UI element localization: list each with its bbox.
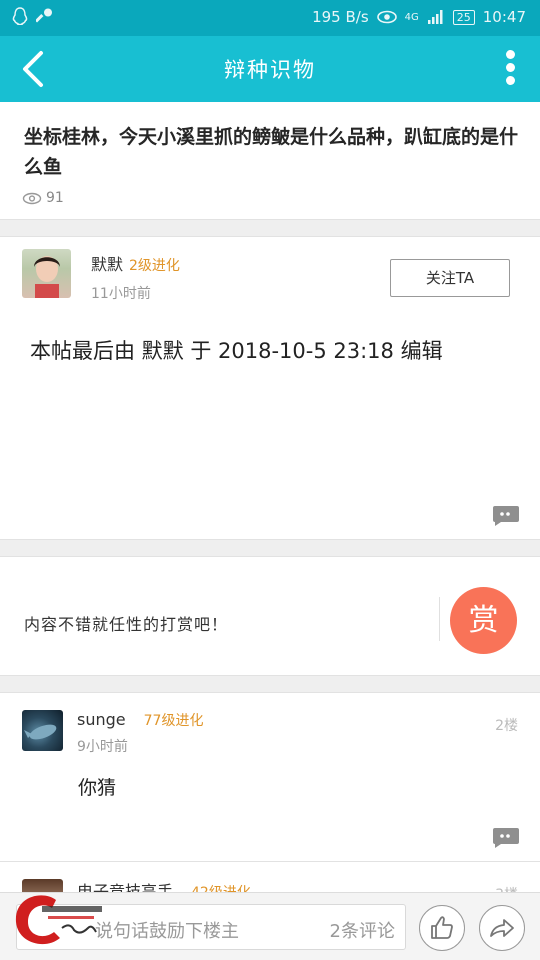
dot-icon — [505, 50, 515, 59]
view-count: 91 — [22, 190, 64, 206]
more-menu-button[interactable] — [502, 50, 518, 90]
question-title: 坐标桂林，今天小溪里抓的鳑鲏是什么品种，趴缸底的是什么鱼 — [24, 126, 519, 178]
post-time: 11小时前 — [91, 286, 151, 302]
floor-number: 2楼 — [495, 718, 518, 734]
post-author-level: 2级进化 — [129, 258, 180, 274]
avatar[interactable] — [22, 249, 71, 298]
dot-icon — [505, 76, 515, 85]
reply-time: 9小时前 — [77, 739, 128, 755]
comment-icon[interactable] — [492, 827, 520, 849]
thumb-up-icon — [430, 915, 453, 939]
reply-author-name: sunge — [77, 710, 126, 729]
share-button[interactable] — [479, 905, 525, 951]
watermark-logo-image — [15, 895, 102, 945]
status-bar: 195 B/s 4G 25 10:47 — [0, 0, 540, 36]
network-speed: 195 B/s — [312, 8, 369, 26]
battery-indicator: 25 — [452, 9, 475, 25]
reward-section: 内容不错就任性的打赏吧！ 赏 — [0, 556, 540, 676]
divider — [439, 597, 440, 641]
comment-count[interactable]: 2条评论 — [330, 917, 395, 943]
reward-prompt: 内容不错就任性的打赏吧！ — [24, 615, 229, 634]
reply-body: 你猜 — [78, 777, 117, 799]
post-author[interactable]: 默默 2级进化 — [91, 251, 180, 275]
page-title: 辩种识物 — [224, 58, 316, 82]
comment-icon[interactable] — [492, 505, 520, 527]
status-left — [12, 7, 54, 25]
clock: 10:47 — [482, 8, 526, 26]
avatar[interactable] — [22, 710, 63, 751]
signal-icon — [427, 10, 443, 24]
wrench-icon — [36, 8, 52, 23]
like-button[interactable] — [419, 905, 465, 951]
avatar-image — [34, 256, 60, 298]
app-bar: 辩种识物 — [0, 36, 540, 102]
avatar-image — [24, 724, 57, 740]
eye-icon — [22, 192, 42, 204]
eye-icon — [376, 10, 397, 24]
follow-button[interactable]: 关注TA — [390, 259, 510, 297]
reward-button[interactable]: 赏 — [450, 587, 517, 654]
share-icon — [489, 918, 514, 937]
network-type: 4G — [404, 11, 419, 23]
dot-icon — [505, 63, 515, 72]
reply-item: sunge 77级进化 9小时前 2楼 你猜 — [0, 692, 540, 862]
watermark-logo — [8, 892, 118, 956]
post-body: 本帖最后由 默默 于 2018-10-5 23:18 编辑 — [30, 339, 443, 363]
status-right: 195 B/s 4G 25 10:47 — [312, 8, 526, 26]
qq-icon — [12, 7, 28, 25]
question-section: 坐标桂林，今天小溪里抓的鳑鲏是什么品种，趴缸底的是什么鱼 91 — [0, 102, 540, 220]
reply-author[interactable]: sunge 77级进化 — [77, 710, 203, 730]
view-count-value: 91 — [46, 190, 64, 206]
post-author-name: 默默 — [91, 255, 124, 274]
original-post: 默默 2级进化 11小时前 关注TA 本帖最后由 默默 于 2018-10-5 2… — [0, 236, 540, 540]
reply-author-level: 77级进化 — [143, 713, 204, 729]
